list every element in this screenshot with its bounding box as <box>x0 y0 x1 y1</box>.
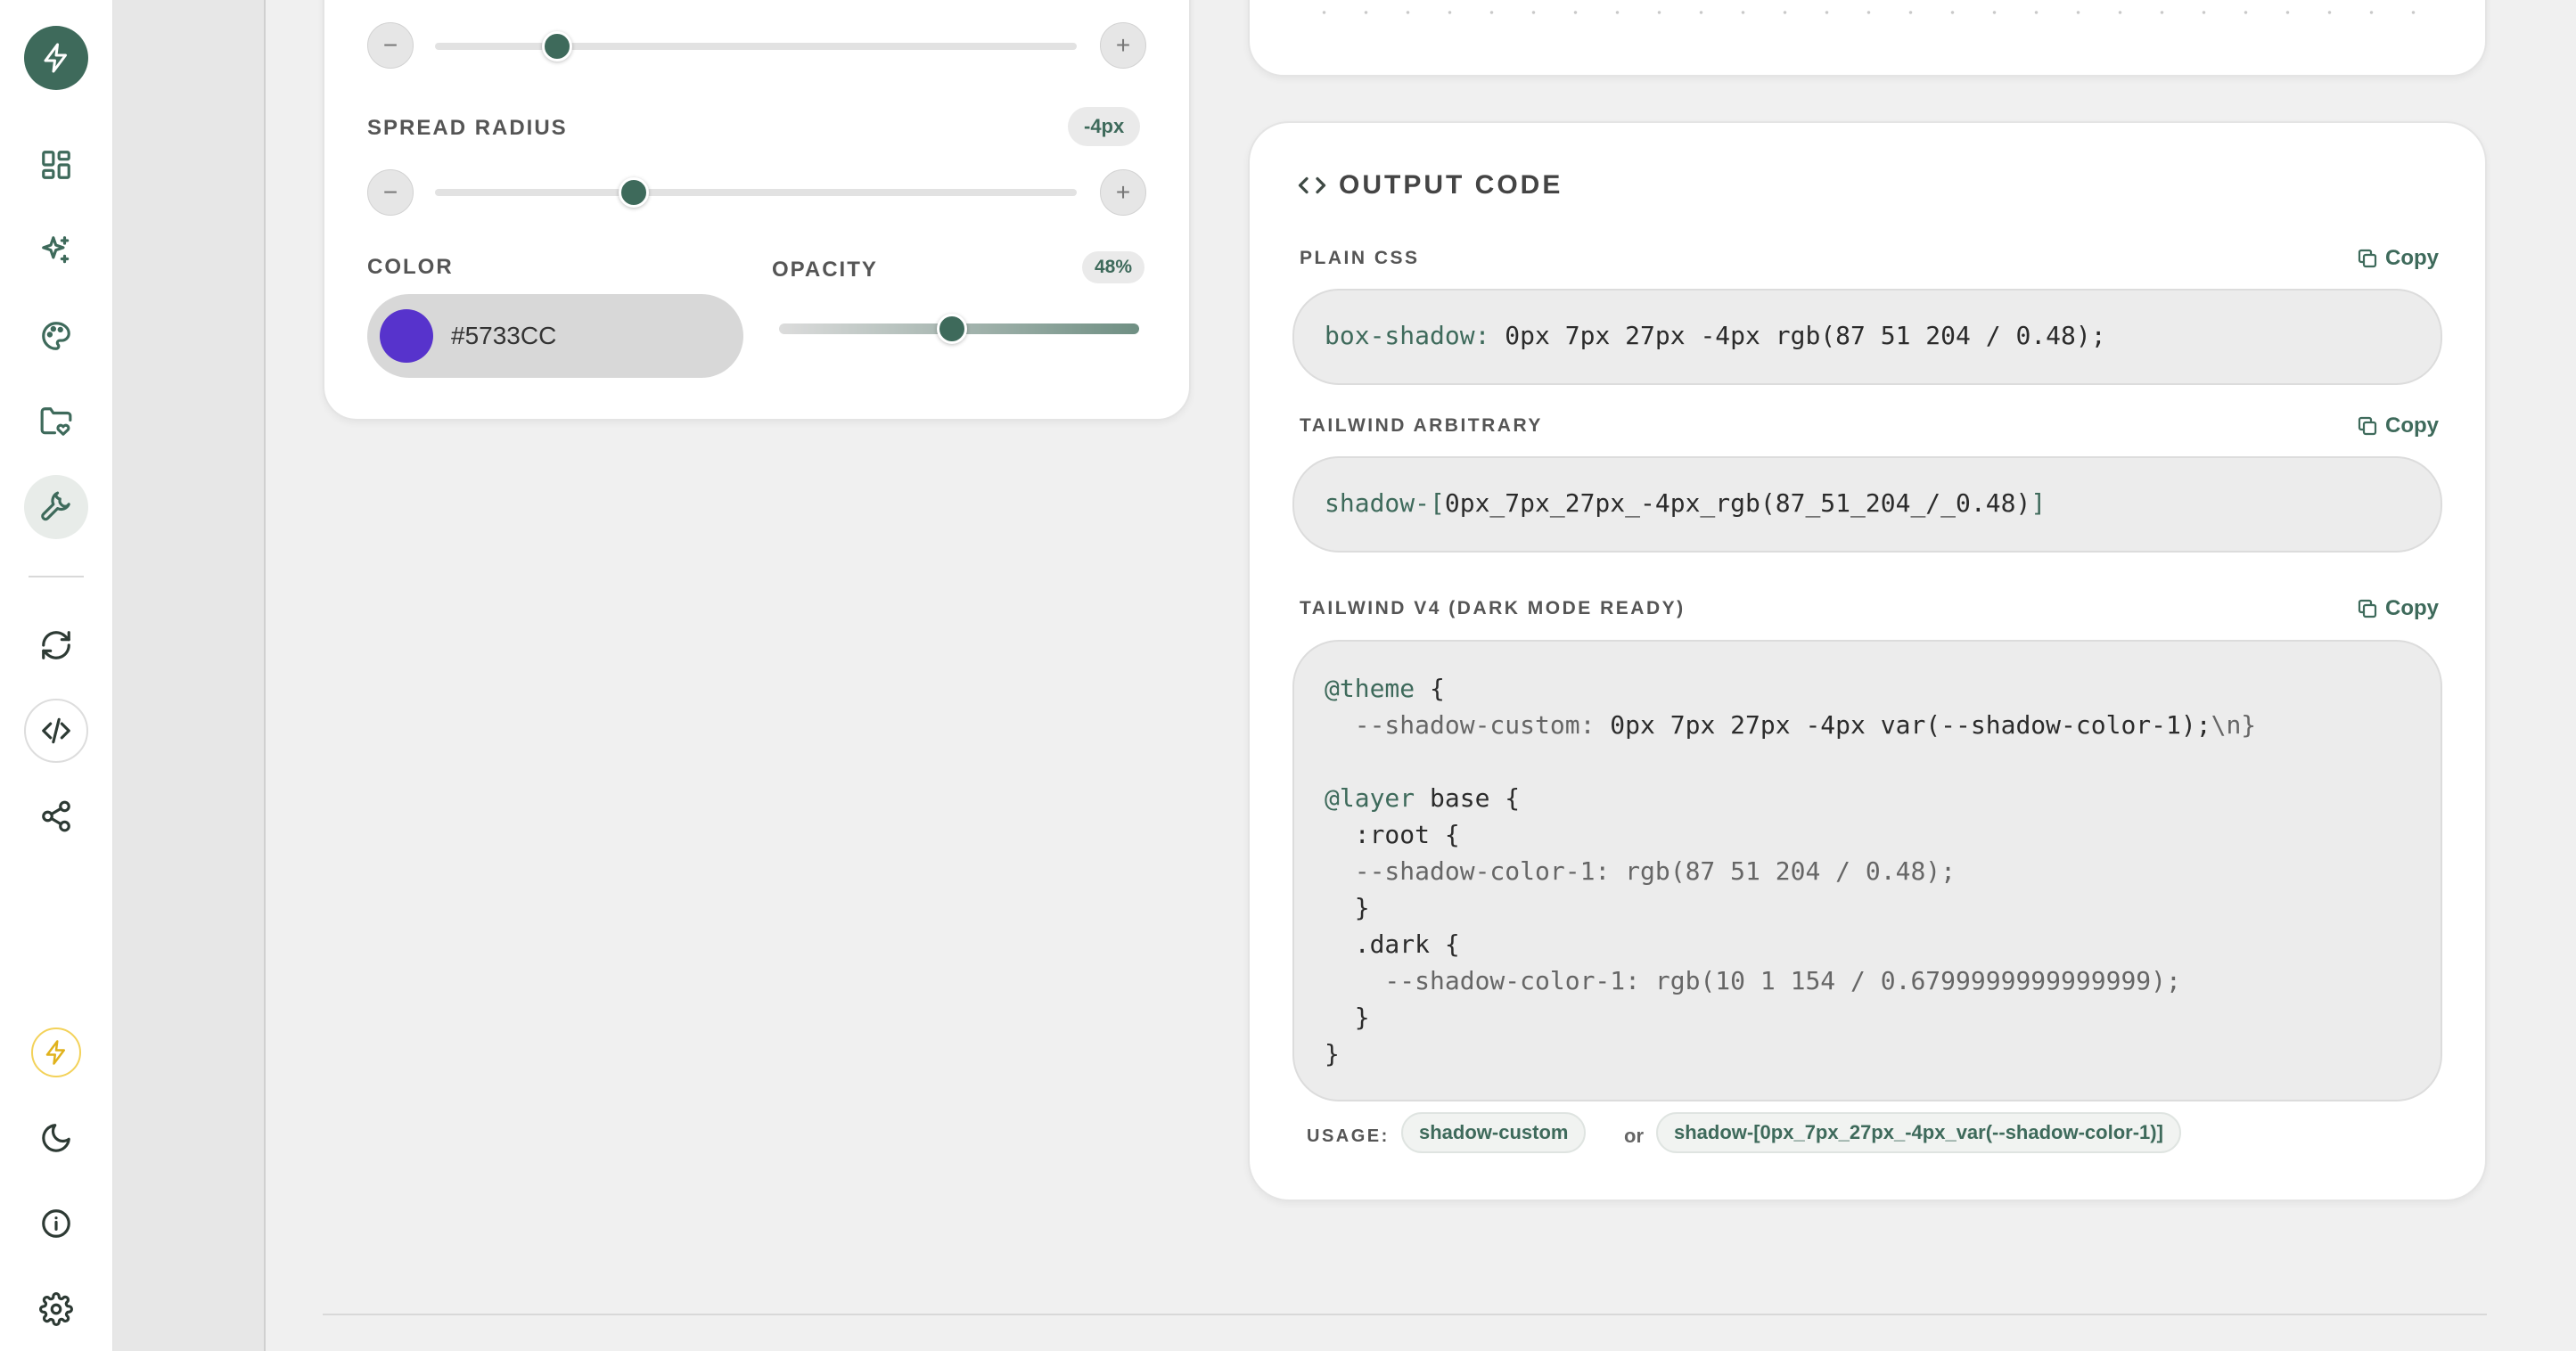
code-line: } <box>1325 1039 1340 1069</box>
sidebar-item-palette[interactable] <box>24 304 88 368</box>
blur-increase-button[interactable]: + <box>1100 22 1146 69</box>
sidebar-item-tools[interactable] <box>24 475 88 539</box>
code-line: .dark { <box>1325 929 1460 959</box>
tailwind-arbitrary-code-block[interactable]: shadow-[0px_7px_27px_-4px_rgb(87_51_204_… <box>1292 456 2442 553</box>
copy-label: Copy <box>2385 596 2439 620</box>
css-property: box-shadow: <box>1325 321 1490 350</box>
sparkles-icon <box>42 236 70 264</box>
sidebar <box>0 0 113 1351</box>
bolt-icon <box>44 43 67 73</box>
code-line: --shadow-custom: 0px 7px 27px -4px var(-… <box>1325 710 2257 740</box>
sidebar-item-saved[interactable] <box>24 389 88 454</box>
tailwind-suffix: ] <box>2030 488 2047 518</box>
opacity-value: 48% <box>1082 251 1145 283</box>
folder-heart-icon <box>40 407 72 436</box>
gear-icon <box>39 1292 73 1326</box>
output-code-header: OUTPUT CODE <box>1296 169 1563 201</box>
usage-chip-arbitrary[interactable]: shadow-[0px_7px_27px_-4px_var(--shadow-c… <box>1656 1112 2181 1153</box>
bottom-divider <box>323 1314 2487 1315</box>
logo-button[interactable] <box>24 26 88 90</box>
sidebar-item-info[interactable] <box>24 1191 88 1256</box>
copy-tailwind-arbitrary-button[interactable]: Copy <box>2357 413 2439 438</box>
code-brackets-icon <box>1298 176 1326 194</box>
code-line: @theme { <box>1325 674 1445 703</box>
sidebar-item-refresh[interactable] <box>24 613 88 677</box>
copy-label: Copy <box>2385 413 2439 438</box>
blur-slider-thumb[interactable] <box>541 31 572 61</box>
copy-icon <box>2358 599 2377 618</box>
code-line: @layer base { <box>1325 783 1521 813</box>
code-line: } <box>1325 893 1370 922</box>
spread-decrease-button[interactable]: − <box>367 169 414 216</box>
blur-slider-track[interactable] <box>435 43 1077 50</box>
tailwind-v4-code-block[interactable]: @theme { --shadow-custom: 0px 7px 27px -… <box>1292 640 2442 1101</box>
sidebar-item-effects[interactable] <box>24 218 88 282</box>
code-line: } <box>1325 1003 1370 1032</box>
color-label: COLOR <box>367 255 454 279</box>
palette-icon <box>42 322 70 350</box>
sidebar-item-theme[interactable] <box>24 1106 88 1170</box>
tailwind-value: 0px_7px_27px_-4px_rgb(87_51_204_/_0.48) <box>1444 488 2031 518</box>
bolt-icon <box>45 1040 65 1065</box>
usage-chip-class[interactable]: shadow-custom <box>1401 1112 1587 1153</box>
blur-decrease-button[interactable]: − <box>367 22 414 69</box>
copy-icon <box>2358 249 2377 268</box>
code-line: :root { <box>1325 820 1460 849</box>
plain-css-label: PLAIN CSS <box>1300 248 1420 268</box>
code-icon <box>42 717 70 744</box>
spread-increase-button[interactable]: + <box>1100 169 1146 216</box>
moon-icon <box>42 1124 70 1152</box>
usage-label: USAGE: <box>1307 1126 1390 1146</box>
code-line: --shadow-color-1: rgb(10 1 154 / 0.67999… <box>1325 966 2181 995</box>
preview-card <box>1248 0 2487 77</box>
output-code-title: OUTPUT CODE <box>1339 170 1563 200</box>
refresh-icon <box>42 631 70 659</box>
spread-radius-value: -4px <box>1068 107 1141 146</box>
color-swatch[interactable] <box>380 309 433 363</box>
sidebar-item-share[interactable] <box>24 784 88 848</box>
spread-radius-label: SPREAD RADIUS <box>367 116 568 140</box>
copy-label: Copy <box>2385 246 2439 270</box>
grid-icon <box>42 151 70 179</box>
opacity-slider-thumb[interactable] <box>936 314 967 344</box>
preview-dot-grid <box>1303 11 2449 14</box>
plain-css-code-block[interactable]: box-shadow: 0px 7px 27px -4px rgb(87 51 … <box>1292 289 2442 385</box>
color-hex-value: #5733CC <box>451 322 557 349</box>
spread-slider-thumb[interactable] <box>619 177 650 208</box>
usage-or: or <box>1624 1125 1644 1147</box>
spread-slider-track[interactable] <box>435 189 1077 196</box>
tailwind-prefix: shadow-[ <box>1325 488 1445 518</box>
sidebar-item-code[interactable] <box>24 699 88 763</box>
sidebar-item-dashboard[interactable] <box>24 133 88 197</box>
share-icon <box>42 800 70 832</box>
css-value: 0px 7px 27px -4px rgb(87 51 204 / 0.48); <box>1489 321 2106 350</box>
sidebar-item-settings[interactable] <box>24 1277 88 1341</box>
color-input[interactable]: #5733CC <box>367 294 743 378</box>
output-code-card: OUTPUT CODE PLAIN CSS Copy box-shadow: 0… <box>1248 121 2487 1201</box>
wrench-icon <box>41 491 70 521</box>
opacity-label: OPACITY <box>772 258 878 282</box>
copy-icon <box>2358 416 2377 436</box>
info-icon <box>42 1209 70 1238</box>
sidebar-item-pro[interactable] <box>31 1028 81 1077</box>
code-line: --shadow-color-1: rgb(87 51 204 / 0.48); <box>1325 856 1957 886</box>
tailwind-v4-label: TAILWIND V4 (DARK MODE READY) <box>1300 598 1686 618</box>
copy-tailwind-v4-button[interactable]: Copy <box>2357 596 2439 621</box>
copy-plain-css-button[interactable]: Copy <box>2357 246 2439 271</box>
sidebar-divider <box>29 576 84 577</box>
tailwind-arbitrary-label: TAILWIND ARBITRARY <box>1300 415 1543 436</box>
